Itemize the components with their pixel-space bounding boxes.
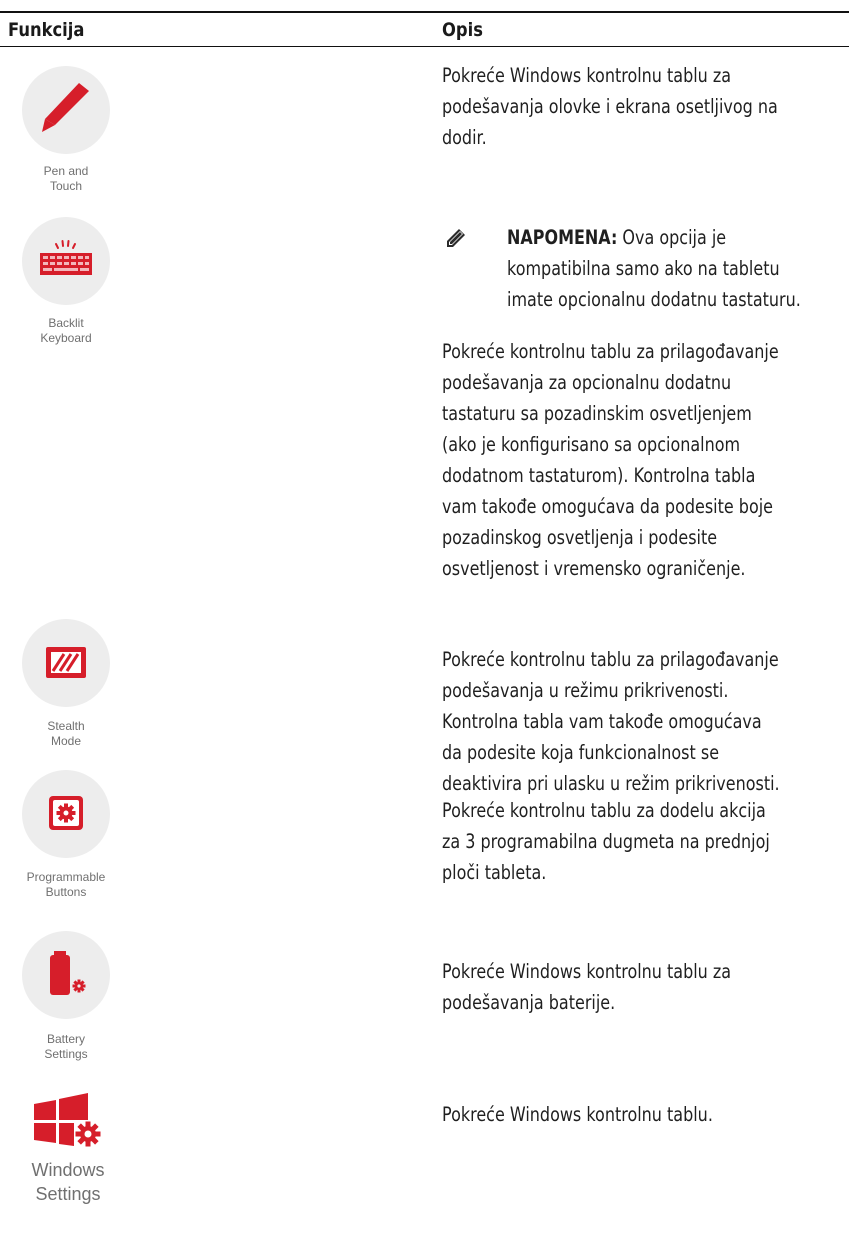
desc-battery-settings: Pokreće Windows kontrolnu tablu za podeša… [442, 960, 732, 1014]
header-funkcija: Funkcija [8, 19, 85, 41]
pen-touch-icon-circle [22, 66, 110, 154]
backlit-keyboard-icon [40, 240, 92, 275]
stealth-mode-icon-circle [22, 619, 110, 707]
programmable-buttons-icon [49, 796, 83, 830]
desc-pen-touch: Pokreće Windows kontrolnu tablu za podeša… [442, 64, 778, 149]
pen-icon [42, 83, 89, 132]
desc-windows-settings: Pokreće Windows kontrolnu tablu. [442, 1103, 713, 1126]
caption-windows-settings: Windows Settings [31, 1160, 105, 1204]
battery-settings-icon [50, 951, 86, 995]
desc-programmable-buttons: Pokreće kontrolnu tablu za dodelu akcija… [442, 799, 770, 884]
desc-stealth-mode: Pokreće kontrolnu tablu za prilagođavanj… [442, 648, 780, 795]
caption-stealth-mode: Stealth Mode [47, 719, 85, 748]
battery-settings-icon-circle [22, 931, 110, 1019]
stealth-mode-icon [46, 647, 86, 678]
header-opis: Opis [442, 19, 483, 41]
note-label: NAPOMENA: [507, 226, 618, 249]
caption-pen-touch: Pen and Touch [43, 164, 89, 193]
caption-battery-settings: Battery Settings [44, 1032, 88, 1061]
caption-backlit-keyboard: Backlit Keyboard [40, 316, 92, 345]
programmable-buttons-icon-circle [22, 770, 110, 858]
backlit-keyboard-icon-circle [22, 217, 110, 305]
note-pencil-icon [447, 229, 465, 247]
note-backlit-keyboard: NAPOMENA: Ova opcija je kompatibilna sam… [507, 226, 801, 311]
desc-backlit-keyboard: Pokreće kontrolnu tablu za prilagođavanj… [442, 340, 779, 580]
caption-programmable-buttons: Programmable Buttons [26, 870, 106, 899]
table-header: Funkcija Opis [0, 11, 849, 47]
windows-settings-icon [34, 1093, 101, 1147]
